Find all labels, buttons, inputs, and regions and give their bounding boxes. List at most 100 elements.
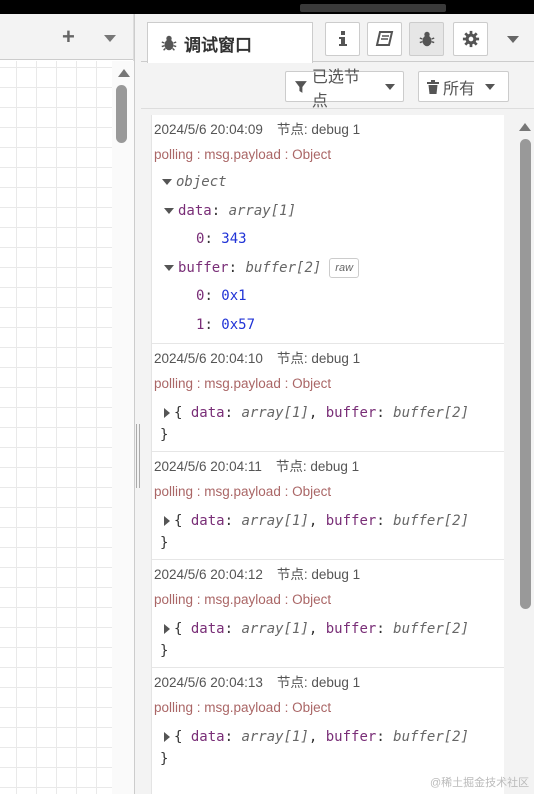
raw-toggle-button[interactable]: raw — [329, 257, 360, 278]
expand-arrow-icon[interactable] — [164, 516, 170, 526]
workspace-scroll-thumb[interactable] — [116, 85, 127, 143]
message-time: 2024/5/6 20:04:11 — [154, 459, 262, 474]
help-tab-button[interactable] — [367, 22, 402, 56]
workspace-scrollbar[interactable] — [112, 61, 134, 794]
closing-brace: } — [160, 751, 169, 767]
closing-brace: } — [160, 427, 169, 443]
message-node[interactable]: 节点: debug 1 — [277, 675, 360, 690]
tab-debug[interactable]: 调试窗口 — [147, 22, 313, 63]
debug-message: 2024/5/6 20:04:13 节点: debug 1 polling : m… — [152, 668, 504, 775]
workspace-tabbar: + — [0, 14, 133, 60]
debug-message: 2024/5/6 20:04:11 节点: debug 1 polling : m… — [152, 452, 504, 560]
tree-item-row: 0: 0x1 — [154, 282, 504, 311]
trash-icon — [427, 79, 439, 94]
debug-message-list[interactable]: 2024/5/6 20:04:09 节点: debug 1 polling : m… — [151, 115, 504, 794]
window-grip[interactable] — [300, 4, 446, 12]
message-time: 2024/5/6 20:04:09 — [154, 122, 263, 137]
summary-data-type: array[1] — [241, 405, 309, 421]
item-value[interactable]: 0x57 — [221, 311, 255, 340]
scroll-up-icon[interactable] — [118, 69, 130, 77]
filter-nodes-label: 已选节点 — [311, 68, 360, 110]
item-index: 0 — [196, 288, 205, 304]
message-topic: polling : msg.payload : Object — [154, 376, 332, 391]
root-type: object — [176, 174, 227, 190]
message-meta: 2024/5/6 20:04:12 节点: debug 1 — [154, 566, 504, 584]
filter-icon — [294, 80, 307, 93]
flow-canvas-grid[interactable] — [0, 61, 112, 794]
sidebar-menu-caret-icon[interactable] — [507, 36, 519, 43]
splitter-handle[interactable] — [136, 424, 140, 488]
summary-data-type: array[1] — [241, 621, 309, 637]
closing-brace: } — [160, 643, 169, 659]
panel-splitter[interactable] — [134, 14, 141, 794]
tree-root-row[interactable]: object — [154, 168, 504, 197]
top-strip — [0, 0, 534, 14]
collapsed-object-row[interactable]: { data: array[1], buffer: buffer[2] — [154, 725, 504, 749]
caret-down-icon — [385, 83, 395, 90]
watermark: @稀土掘金技术社区 — [430, 777, 530, 789]
message-node[interactable]: 节点: debug 1 — [276, 459, 359, 474]
expand-arrow-icon[interactable] — [164, 624, 170, 634]
message-meta: 2024/5/6 20:04:13 节点: debug 1 — [154, 674, 504, 692]
buffer-key: buffer — [178, 259, 229, 276]
info-icon — [338, 31, 347, 46]
data-type: array[1] — [228, 202, 297, 219]
message-node[interactable]: 节点: debug 1 — [277, 122, 360, 137]
debug-message: 2024/5/6 20:04:10 节点: debug 1 polling : m… — [152, 344, 504, 452]
debug-sidebar: 调试窗口 已选节点 所有 2024/5/6 20:04:09 节点: debug… — [141, 14, 534, 794]
add-flow-button[interactable]: + — [62, 24, 75, 50]
message-meta: 2024/5/6 20:04:09 节点: debug 1 — [154, 121, 504, 139]
expand-arrow-icon[interactable] — [164, 732, 170, 742]
info-tab-button[interactable] — [325, 22, 360, 56]
item-value[interactable]: 343 — [221, 225, 246, 254]
message-node[interactable]: 节点: debug 1 — [277, 351, 360, 366]
tree-item-row: 1: 0x57 — [154, 311, 504, 340]
item-index: 1 — [196, 316, 205, 333]
debug-scrollbar[interactable] — [515, 115, 534, 794]
message-meta: 2024/5/6 20:04:10 节点: debug 1 — [154, 350, 504, 368]
caret-down-icon — [485, 83, 496, 90]
message-node[interactable]: 节点: debug 1 — [277, 567, 360, 582]
debug-message: 2024/5/6 20:04:09 节点: debug 1 polling : m… — [152, 115, 504, 344]
summary-buffer-type: buffer[2] — [393, 513, 470, 529]
clear-messages-button[interactable]: 所有 — [418, 71, 509, 102]
scroll-up-icon[interactable] — [519, 123, 531, 131]
tree-buffer-row[interactable]: buffer: buffer[2] raw — [154, 254, 504, 283]
expand-arrow-icon[interactable] — [164, 408, 170, 418]
tree-data-row[interactable]: data: array[1] — [154, 197, 504, 226]
message-topic: polling : msg.payload : Object — [154, 147, 332, 162]
config-tab-button[interactable] — [453, 22, 488, 56]
summary-buffer-type: buffer[2] — [393, 621, 470, 637]
closing-brace: } — [160, 535, 169, 551]
message-topic: polling : msg.payload : Object — [154, 592, 332, 607]
tab-debug-label: 调试窗口 — [184, 35, 252, 55]
message-topic: polling : msg.payload : Object — [154, 700, 332, 715]
debug-toolbar: 已选节点 所有 — [141, 63, 534, 110]
item-value[interactable]: 0x1 — [221, 282, 246, 311]
message-time: 2024/5/6 20:04:13 — [154, 675, 263, 690]
clear-messages-label: 所有 — [443, 80, 476, 98]
tree-item-row: 0: 343 — [154, 225, 504, 254]
book-icon — [375, 31, 393, 46]
collapse-arrow-icon[interactable] — [164, 264, 174, 271]
debug-message: 2024/5/6 20:04:12 节点: debug 1 polling : m… — [152, 560, 504, 668]
collapsed-object-row[interactable]: { data: array[1], buffer: buffer[2] — [154, 509, 504, 533]
sidebar-tabbar: 调试窗口 — [141, 14, 534, 63]
bug-icon — [419, 31, 434, 47]
filter-nodes-button[interactable]: 已选节点 — [285, 69, 404, 110]
flow-menu-caret-icon[interactable] — [104, 35, 116, 42]
bug-icon — [161, 35, 177, 51]
collapsed-object-row[interactable]: { data: array[1], buffer: buffer[2] — [154, 617, 504, 641]
data-key: data — [178, 202, 212, 219]
message-meta: 2024/5/6 20:04:11 节点: debug 1 — [154, 458, 504, 476]
collapse-arrow-icon[interactable] — [162, 179, 172, 186]
gear-icon — [462, 30, 479, 48]
collapsed-object-row[interactable]: { data: array[1], buffer: buffer[2] — [154, 401, 504, 425]
summary-data-type: array[1] — [241, 513, 309, 529]
message-topic: polling : msg.payload : Object — [154, 484, 332, 499]
debug-scroll-thumb[interactable] — [520, 139, 531, 609]
debug-tab-button[interactable] — [409, 22, 444, 56]
collapse-arrow-icon[interactable] — [164, 207, 174, 214]
item-index: 0 — [196, 231, 205, 247]
message-time: 2024/5/6 20:04:10 — [154, 351, 263, 366]
